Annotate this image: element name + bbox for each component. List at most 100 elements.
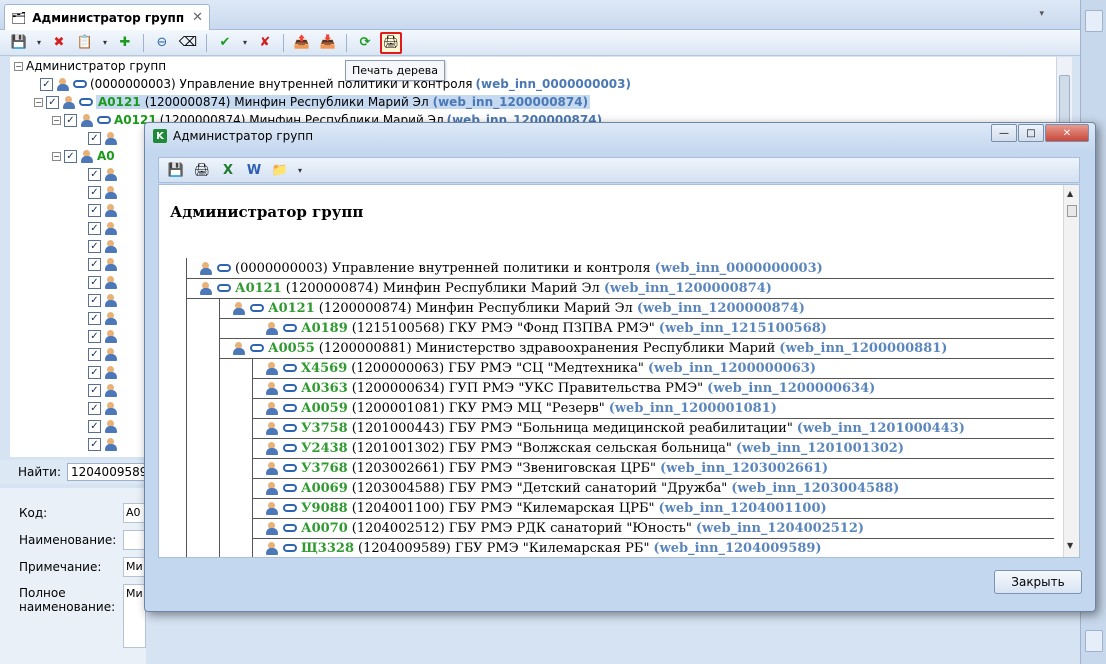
- tree-row[interactable]: ✓: [88, 201, 118, 219]
- tree-root-label: Администратор групп: [26, 59, 167, 73]
- tree-row[interactable]: ✓: [88, 165, 118, 183]
- collapse-icon[interactable]: −: [14, 61, 23, 71]
- tree-row[interactable]: ✓: [88, 327, 118, 345]
- save-dropdown-icon[interactable]: ▾: [34, 32, 44, 54]
- refresh-icon[interactable]: ⟳: [354, 32, 376, 54]
- print-preview-dialog: K Администратор групп — □ ✕ 💾 🖨 X W 📁 ▾ …: [144, 122, 1096, 612]
- import-icon[interactable]: 📥: [317, 32, 339, 54]
- tab-list-dropdown-icon[interactable]: ▾: [1039, 9, 1044, 19]
- tree-row[interactable]: ✓: [88, 399, 118, 417]
- collapse-icon[interactable]: −: [52, 115, 61, 125]
- checkbox[interactable]: ✓: [40, 77, 53, 91]
- close-icon[interactable]: ✕: [1045, 124, 1089, 142]
- fullname-field[interactable]: Ми: [123, 584, 146, 648]
- collapse-icon[interactable]: −: [52, 151, 61, 161]
- save-icon[interactable]: 💾: [8, 32, 30, 54]
- row-code: У2438: [301, 440, 348, 456]
- save-icon[interactable]: 💾: [165, 159, 187, 181]
- folder-dropdown-icon[interactable]: ▾: [295, 159, 305, 181]
- tree-row[interactable]: ✓: [88, 183, 118, 201]
- checkbox[interactable]: ✓: [64, 149, 77, 163]
- link-icon: [283, 544, 297, 552]
- tree-root[interactable]: − Администратор групп: [14, 57, 166, 75]
- excel-export-icon[interactable]: X: [217, 159, 239, 181]
- tree-row[interactable]: ✓: [88, 363, 118, 381]
- side-panel-tab[interactable]: [1085, 630, 1103, 652]
- user-group-icon: [265, 521, 279, 535]
- tree-row[interactable]: ✓: [88, 309, 118, 327]
- checkbox[interactable]: ✓: [88, 131, 101, 145]
- link-icon[interactable]: ⊖: [151, 32, 173, 54]
- note-field[interactable]: Ми: [123, 557, 146, 577]
- add-child-icon[interactable]: 📋: [74, 32, 96, 54]
- tree-row[interactable]: ✓: [88, 237, 118, 255]
- print-icon[interactable]: 🖨: [191, 159, 213, 181]
- checkbox[interactable]: ✓: [88, 167, 101, 181]
- checkbox[interactable]: ✓: [88, 185, 101, 199]
- side-panel-tab[interactable]: [1085, 10, 1103, 32]
- uncheck-icon[interactable]: ✘: [254, 32, 276, 54]
- row-code: А0069: [301, 480, 348, 496]
- name-field[interactable]: [123, 530, 146, 550]
- checkbox[interactable]: ✓: [88, 275, 101, 289]
- scroll-down-icon[interactable]: ▼: [1067, 541, 1073, 550]
- find-input[interactable]: [67, 463, 150, 481]
- checkbox[interactable]: ✓: [88, 293, 101, 307]
- eraser-icon[interactable]: ⌫: [177, 32, 199, 54]
- close-button[interactable]: Закрыть: [994, 570, 1082, 594]
- checkbox[interactable]: ✓: [88, 437, 101, 451]
- scrollbar-thumb[interactable]: [1067, 205, 1077, 217]
- checkbox[interactable]: ✓: [88, 347, 101, 361]
- tree-row[interactable]: ✓: [88, 273, 118, 291]
- export-icon[interactable]: 📤: [291, 32, 313, 54]
- user-group-icon: [199, 261, 213, 275]
- check-dropdown-icon[interactable]: ▾: [240, 32, 250, 54]
- tab-admin-groups[interactable]: 🗂 Администратор групп ✕: [4, 4, 210, 30]
- tree-row[interactable]: ✓: [88, 417, 118, 435]
- maximize-icon[interactable]: □: [1018, 124, 1044, 142]
- code-field[interactable]: А0: [123, 503, 146, 523]
- checkbox[interactable]: ✓: [88, 239, 101, 253]
- scroll-up-icon[interactable]: ▲: [1067, 189, 1073, 198]
- tree-row[interactable]: ✓: [88, 255, 118, 273]
- add-icon[interactable]: ✚: [114, 32, 136, 54]
- tree-row[interactable]: ✓: [88, 345, 118, 363]
- tree-row[interactable]: − ✓ А0: [52, 147, 115, 165]
- tab-close-icon[interactable]: ✕: [192, 10, 203, 25]
- tree-row[interactable]: ✓: [88, 291, 118, 309]
- checkbox[interactable]: ✓: [64, 113, 77, 127]
- delete-icon[interactable]: ✖: [48, 32, 70, 54]
- preview-row: Щ3328 (1204009589) ГБУ РМЭ "Килемарская …: [265, 538, 822, 557]
- link-icon: [73, 80, 87, 88]
- tree-row[interactable]: ✓ (0000000003) Управление внутренней пол…: [40, 75, 631, 93]
- checkbox[interactable]: ✓: [88, 401, 101, 415]
- row-code: А0055: [268, 340, 315, 356]
- print-tree-tooltip: Печать дерева: [345, 60, 446, 81]
- checkbox[interactable]: ✓: [88, 419, 101, 433]
- word-export-icon[interactable]: W: [243, 159, 265, 181]
- checkbox[interactable]: ✓: [88, 203, 101, 217]
- tree-row[interactable]: ✓: [88, 381, 118, 399]
- tree-row[interactable]: ✓: [88, 129, 118, 147]
- dialog-title-bar[interactable]: K Администратор групп — □ ✕: [145, 123, 1095, 149]
- tree-row[interactable]: − ✓ А0121 (1200000874) Минфин Республики…: [34, 93, 591, 111]
- checkbox[interactable]: ✓: [88, 329, 101, 343]
- checkbox[interactable]: ✓: [88, 365, 101, 379]
- preview-row: У2438 (1201001302) ГБУ РМЭ "Волжская сел…: [265, 438, 904, 458]
- link-icon: [217, 264, 231, 272]
- row-inn: (web_inn_1215100568): [658, 320, 827, 336]
- checkbox[interactable]: ✓: [88, 383, 101, 397]
- minimize-icon[interactable]: —: [991, 124, 1017, 142]
- preview-scrollbar[interactable]: ▲ ▼: [1063, 185, 1079, 557]
- print-tree-icon[interactable]: 🖨: [380, 31, 402, 54]
- checkbox[interactable]: ✓: [88, 311, 101, 325]
- checkbox[interactable]: ✓: [46, 95, 59, 109]
- folder-icon[interactable]: 📁: [269, 159, 291, 181]
- collapse-icon[interactable]: −: [34, 97, 43, 107]
- check-icon[interactable]: ✔: [214, 32, 236, 54]
- checkbox[interactable]: ✓: [88, 257, 101, 271]
- tree-row[interactable]: ✓: [88, 219, 118, 237]
- tree-row[interactable]: ✓: [88, 435, 118, 453]
- checkbox[interactable]: ✓: [88, 221, 101, 235]
- add-child-dropdown-icon[interactable]: ▾: [100, 32, 110, 54]
